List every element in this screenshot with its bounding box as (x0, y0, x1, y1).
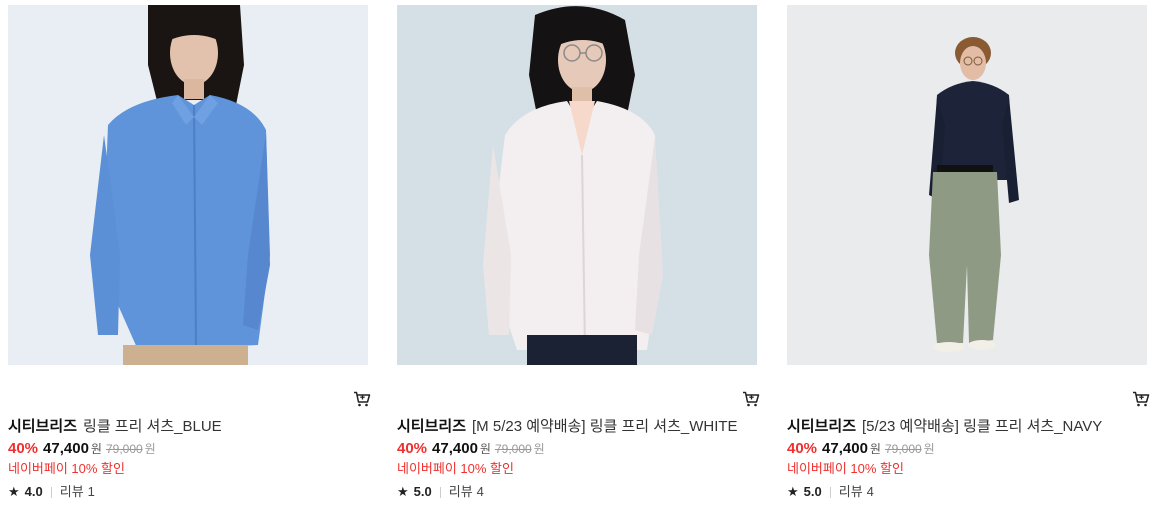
original-price: 79,000 (105, 442, 143, 456)
product-image[interactable] (8, 5, 368, 365)
product-image[interactable] (397, 5, 757, 365)
original-currency-unit: 원 (923, 442, 935, 456)
star-icon: ★ (397, 484, 409, 499)
promo-text: 네이버페이 10% 할인 (787, 461, 904, 476)
product-card[interactable]: 시티브리즈 [5/23 예약배송] 링클 프리 셔츠_NAVY 40% 47,400… (787, 5, 1150, 499)
product-title[interactable]: 시티브리즈 [5/23 예약배송] 링클 프리 셔츠_NAVY (787, 417, 1147, 437)
discount-rate: 40% (8, 440, 39, 457)
sale-price: 47,400 (43, 440, 89, 457)
review-link[interactable]: 리뷰 4 (839, 484, 874, 500)
product-image[interactable] (787, 5, 1147, 365)
discount-rate: 40% (397, 440, 428, 457)
sale-price: 47,400 (432, 440, 478, 457)
cart-icon (354, 391, 371, 407)
product-title[interactable]: 시티브리즈 링클 프리 셔츠_BLUE (8, 417, 368, 437)
promo-text: 네이버페이 10% 할인 (397, 461, 514, 476)
currency-unit: 원 (479, 442, 491, 456)
rating-value: 4.0 (24, 484, 43, 499)
product-info: 시티브리즈 링클 프리 셔츠_BLUE 40% 47,400 원 79,000 원 네이버… (8, 417, 368, 500)
review-count: 4 (866, 484, 874, 499)
rating-value: 5.0 (803, 484, 822, 499)
brand-name[interactable]: 시티브리즈 (787, 418, 856, 435)
review-label: 리뷰 (59, 484, 84, 499)
product-title[interactable]: 시티브리즈 [M 5/23 예약배송] 링클 프리 셔츠_WHITE (397, 417, 757, 437)
add-to-cart-button[interactable] (351, 389, 373, 409)
product-name[interactable]: [M 5/23 예약배송] 링클 프리 셔츠_WHITE (472, 418, 738, 435)
add-to-cart-button[interactable] (740, 389, 762, 409)
product-name[interactable]: 링클 프리 셔츠_BLUE (83, 418, 222, 435)
discount-rate: 40% (787, 440, 818, 457)
product-info: 시티브리즈 [M 5/23 예약배송] 링클 프리 셔츠_WHITE 40% 47,… (397, 417, 757, 500)
price-row: 40% 47,400 원 79,000 원 (8, 440, 368, 458)
divider (439, 486, 441, 498)
product-info: 시티브리즈 [5/23 예약배송] 링클 프리 셔츠_NAVY 40% 47,400… (787, 417, 1147, 500)
promo-text: 네이버페이 10% 할인 (8, 461, 125, 476)
original-currency-unit: 원 (144, 442, 156, 456)
sale-price: 47,400 (822, 440, 868, 457)
rating-value: 5.0 (413, 484, 432, 499)
original-currency-unit: 원 (533, 442, 545, 456)
review-link[interactable]: 리뷰 1 (60, 484, 95, 500)
brand-name[interactable]: 시티브리즈 (397, 418, 466, 435)
product-name[interactable]: [5/23 예약배송] 링클 프리 셔츠_NAVY (862, 418, 1102, 435)
review-count: 4 (476, 484, 484, 499)
price-row: 40% 47,400 원 79,000 원 (787, 440, 1147, 458)
rating-row: ★ 5.0 리뷰 4 (787, 484, 1147, 500)
add-to-cart-button[interactable] (1130, 389, 1152, 409)
review-label: 리뷰 (448, 484, 473, 499)
currency-unit: 원 (90, 442, 102, 456)
price-row: 40% 47,400 원 79,000 원 (397, 440, 757, 458)
original-price: 79,000 (494, 442, 532, 456)
divider (829, 486, 831, 498)
original-price: 79,000 (884, 442, 922, 456)
cart-icon (1133, 391, 1150, 407)
currency-unit: 원 (869, 442, 881, 456)
product-card[interactable]: 시티브리즈 [M 5/23 예약배송] 링클 프리 셔츠_WHITE 40% 47,… (397, 5, 760, 499)
review-label: 리뷰 (838, 484, 863, 499)
brand-name[interactable]: 시티브리즈 (8, 418, 77, 435)
cart-icon (743, 391, 760, 407)
review-count: 1 (87, 484, 95, 499)
review-link[interactable]: 리뷰 4 (449, 484, 484, 500)
star-icon: ★ (8, 484, 20, 499)
rating-row: ★ 5.0 리뷰 4 (397, 484, 757, 500)
divider (50, 486, 52, 498)
star-icon: ★ (787, 484, 799, 499)
product-card[interactable]: 시티브리즈 링클 프리 셔츠_BLUE 40% 47,400 원 79,000 원 네이버… (8, 5, 371, 499)
rating-row: ★ 4.0 리뷰 1 (8, 484, 368, 500)
